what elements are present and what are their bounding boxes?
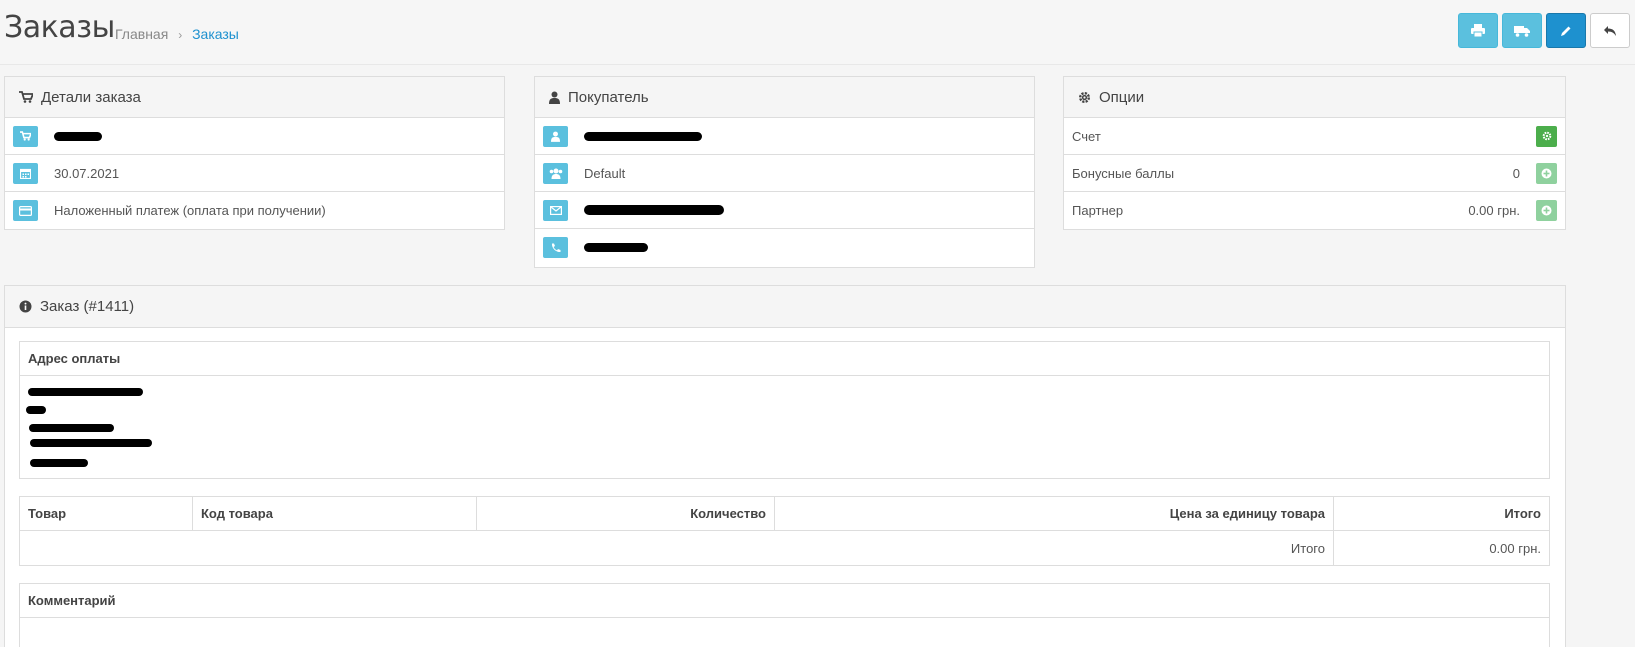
column-unit-price: Цена за единицу товара [775,497,1334,530]
customer-heading: Покупатель [535,77,1034,118]
order-date: 30.07.2021 [54,165,120,181]
products-header-row: Товар Код товара Количество Цена за един… [20,497,1549,531]
products-total-value: 0.00 грн. [1489,540,1541,556]
products-table: Товар Код товара Количество Цена за един… [19,496,1550,566]
order-details-panel: Детали заказа 30.07.2021 Наложенный плат… [4,76,505,230]
payment-badge [13,200,38,221]
customer-title: Покупатель [568,88,649,106]
customer-email-row [535,192,1034,229]
payment-method: Наложенный платеж (оплата при получении) [54,203,326,218]
column-product: Товар [20,497,193,530]
envelope-icon [549,205,562,215]
products-total-label: Итого [20,531,1334,565]
payment-method-row: Наложенный платеж (оплата при получении) [5,192,504,229]
products-total-row: Итого 0.00 грн. [20,531,1549,565]
payment-address-table: Адрес оплаты [19,341,1550,479]
reward-points-row: Бонусные баллы 0 [1064,155,1565,192]
generate-invoice-button[interactable] [1536,125,1557,147]
customer-email-badge [543,199,568,221]
info-circle-icon [19,300,32,313]
reward-points-value: 0 [1512,165,1520,181]
plus-circle-icon [1541,168,1552,178]
credit-card-icon [19,205,32,216]
invoice-row: Счет [1064,118,1565,155]
customer-group-badge [543,162,568,184]
order-title: Заказ (#1411) [40,298,135,315]
redacted-customer-email[interactable] [584,205,724,215]
redacted-customer-phone [584,243,648,252]
page-title: Заказы [4,10,115,45]
reward-points-label: Бонусные баллы [1072,165,1175,181]
date-added-row: 30.07.2021 [5,155,504,192]
edit-order-button[interactable] [1546,13,1586,48]
redacted-store-name [54,131,102,141]
back-button[interactable] [1590,13,1630,48]
column-total: Итого [1504,506,1541,521]
invoice-label: Счет [1072,128,1101,144]
comment-header: Комментарий [20,584,1549,618]
user-icon [549,91,560,104]
breadcrumb: Главная › Заказы [115,26,239,42]
affiliate-value: 0.00 грн. [1468,203,1520,218]
pencil-icon [1561,26,1571,36]
redacted-customer-name[interactable] [584,131,702,141]
comment-table: Комментарий [19,583,1550,647]
column-model: Код товара [193,497,477,530]
options-heading: Опции [1064,77,1565,118]
customer-group: Default [584,165,626,181]
customer-name-row [535,118,1034,155]
date-badge [13,162,38,184]
calendar-icon [20,168,31,179]
redacted-address-line-4 [30,439,152,447]
print-icon [1471,24,1485,37]
shopping-cart-icon [19,91,33,103]
reply-icon [1604,25,1616,36]
add-commission-button[interactable] [1536,200,1557,221]
customer-group-row: Default [535,155,1034,192]
phone-icon [551,243,560,252]
payment-address-header: Адрес оплаты [20,342,1549,376]
toolbar [1458,13,1630,48]
truck-icon [1514,25,1530,37]
cart-icon [20,131,31,141]
options-title: Опции [1099,88,1145,106]
customer-panel: Покупатель Default [534,76,1035,268]
redacted-address-line-2 [26,406,46,414]
payment-address-label: Адрес оплаты [28,351,121,366]
print-invoice-button[interactable] [1458,13,1498,48]
comment-label: Комментарий [28,593,116,608]
customer-phone-row [535,229,1034,266]
cog-icon [1078,91,1091,104]
customer-name-badge [543,125,568,147]
breadcrumb-home-link[interactable]: Главная [115,26,168,42]
plus-circle-icon [1541,205,1552,216]
redacted-address-line-5 [30,459,88,467]
order-heading: Заказ (#1411) [5,286,1565,328]
order-details-heading: Детали заказа [5,77,504,118]
customer-phone-badge [543,237,568,258]
store-row [5,118,504,155]
print-shipping-button[interactable] [1502,13,1542,48]
breadcrumb-orders-link[interactable]: Заказы [192,26,239,42]
redacted-address-line-1 [28,388,143,396]
affiliate-label: Партнер [1072,203,1124,218]
breadcrumb-separator: › [178,28,183,42]
cog-icon [1542,131,1551,141]
options-panel: Опции Счет Бонусные баллы 0 Партнер 0.00… [1063,76,1566,230]
column-quantity: Количество [477,497,775,530]
page-header: Заказы Главная › Заказы [0,0,1635,65]
order-details-title: Детали заказа [41,88,141,106]
add-reward-points-button[interactable] [1536,162,1557,184]
affiliate-row: Партнер 0.00 грн. [1064,192,1565,229]
users-group-icon [549,168,562,179]
payment-address-body [20,376,1549,476]
store-cart-badge [13,125,38,147]
redacted-address-line-3 [29,424,114,432]
user-icon [551,131,560,142]
